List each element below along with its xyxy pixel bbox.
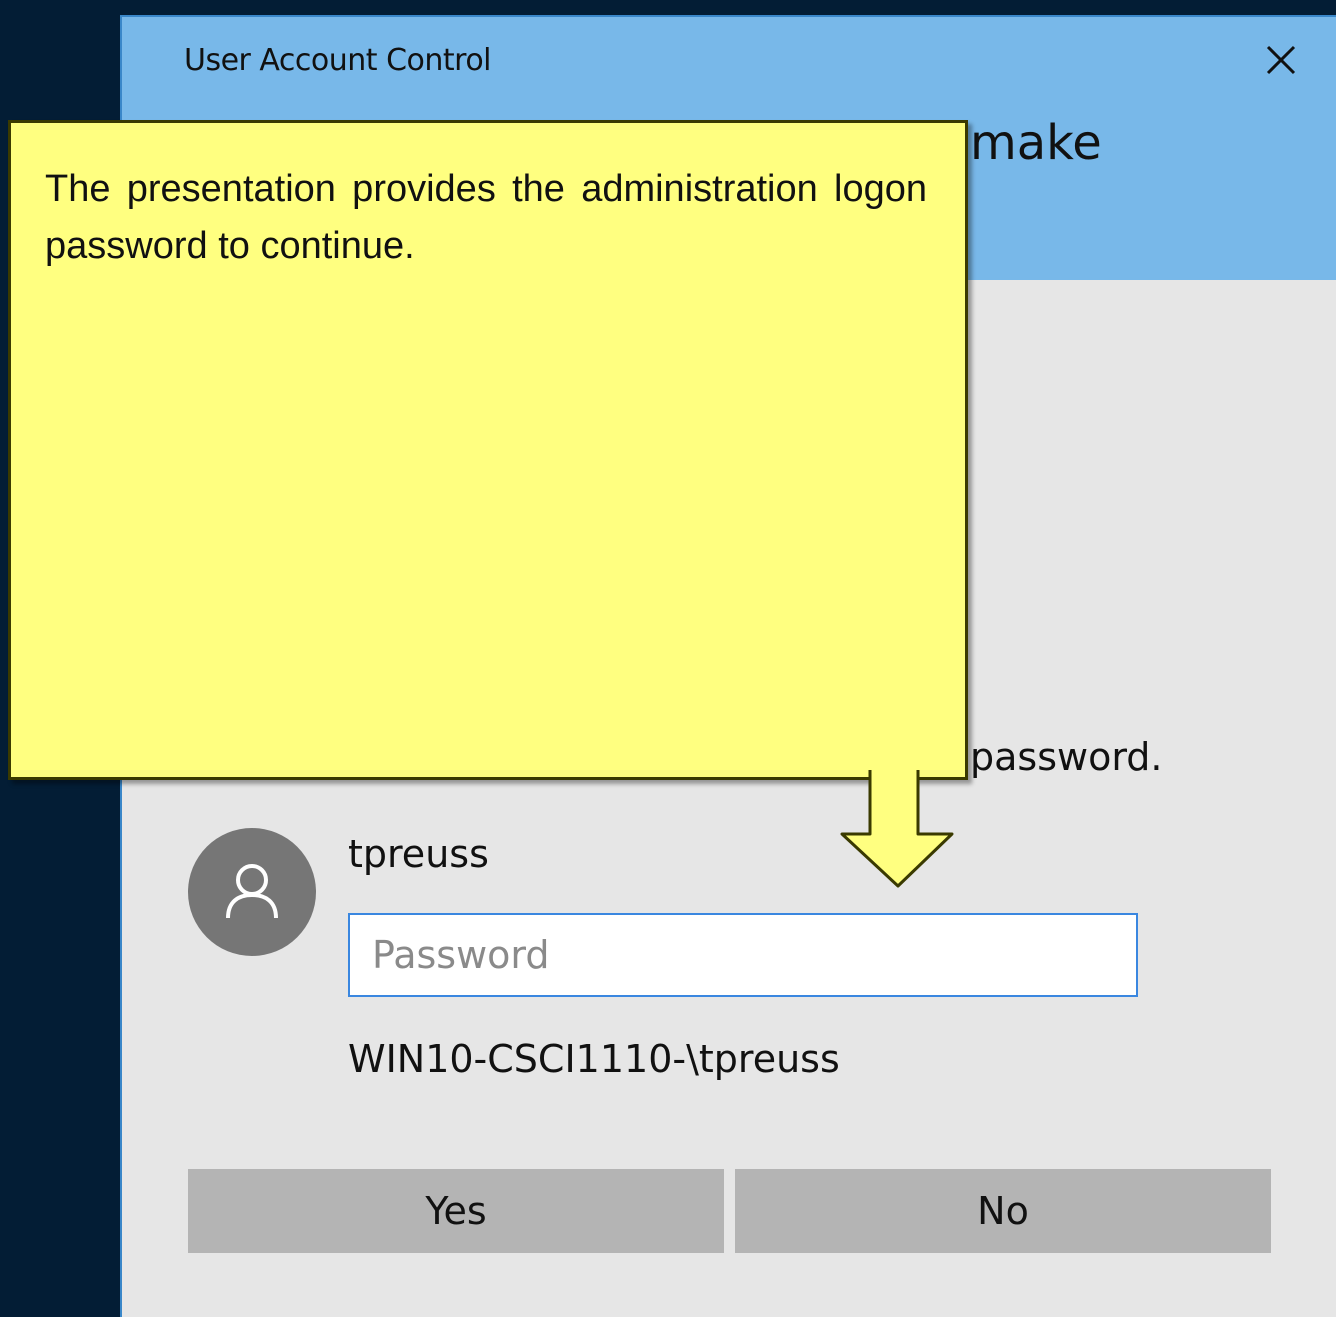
avatar — [188, 828, 316, 956]
account-username: tpreuss — [348, 832, 489, 876]
password-field[interactable] — [348, 913, 1138, 997]
close-icon — [1266, 45, 1296, 75]
dialog-question: make — [970, 115, 1102, 171]
callout-text: The presentation provides the administra… — [45, 168, 927, 267]
tutorial-callout: The presentation provides the administra… — [8, 120, 968, 780]
close-button[interactable] — [1256, 35, 1306, 85]
no-button[interactable]: No — [735, 1169, 1271, 1253]
domain-account-label: WIN10-CSCI1110-\tpreuss — [348, 1037, 840, 1081]
yes-button[interactable]: Yes — [188, 1169, 724, 1253]
down-arrow-icon — [840, 770, 954, 888]
dialog-title: User Account Control — [184, 43, 492, 78]
credential-instruction: password. — [970, 735, 1163, 779]
user-avatar-icon — [226, 864, 278, 919]
